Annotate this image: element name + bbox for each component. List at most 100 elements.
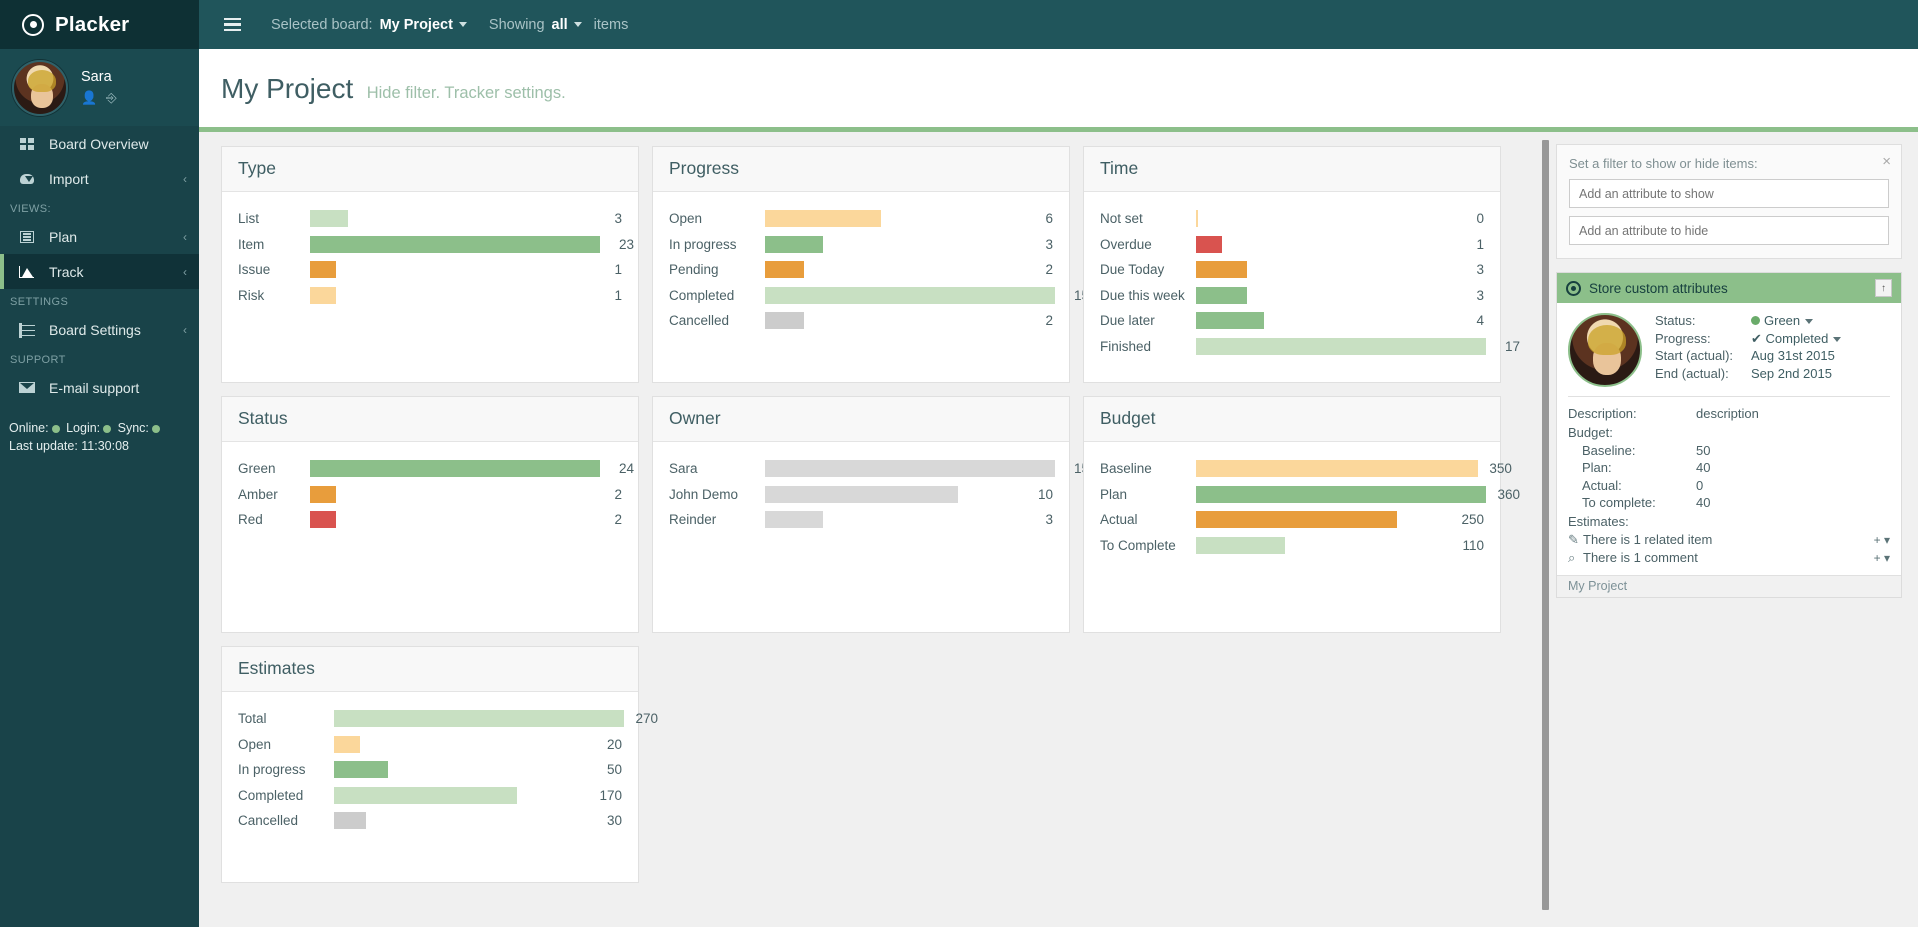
chart-row-track <box>1196 334 1486 360</box>
chart-row-track <box>765 283 1055 309</box>
chart-bar <box>1196 537 1285 554</box>
chevron-left-icon[interactable]: ‹ <box>183 172 187 186</box>
chart-row[interactable]: Not set0 <box>1100 206 1484 232</box>
chart-panel-budget: Budget Baseline350Plan360Actual250To Comp… <box>1083 396 1501 633</box>
chart-row[interactable]: Risk1 <box>238 283 622 309</box>
chart-row-label: Total <box>238 711 334 726</box>
filter-hide-input[interactable] <box>1569 216 1889 245</box>
chart-row[interactable]: Overdue1 <box>1100 232 1484 258</box>
chart-row[interactable]: Completed170 <box>238 783 622 809</box>
sidebar-item-plan[interactable]: Plan ‹ <box>0 219 199 254</box>
chart-row-value: 2 <box>588 512 622 527</box>
chart-row-track <box>334 808 588 834</box>
sidebar-item-track[interactable]: Track ‹ <box>0 254 199 289</box>
filter-panel: × Set a filter to show or hide items: <box>1556 144 1902 259</box>
chart-row[interactable]: Open6 <box>669 206 1053 232</box>
link-row[interactable]: ✎There is 1 related item+ ▾ <box>1568 531 1890 549</box>
chart-row[interactable]: Sara15 <box>669 456 1053 482</box>
chart-row-label: Due this week <box>1100 288 1196 303</box>
item-detail-card: Store custom attributes ↑ Status:GreenPr… <box>1556 272 1902 598</box>
chart-icon <box>18 266 35 278</box>
profile-block[interactable]: Sara 👤 ⎆ <box>0 49 199 126</box>
chart-row[interactable]: Open20 <box>238 732 622 758</box>
attribute-key: Progress: <box>1655 331 1751 348</box>
chevron-left-icon[interactable]: ‹ <box>183 230 187 244</box>
panel-title: Status <box>238 408 622 429</box>
collapse-button[interactable]: ↑ <box>1875 279 1892 297</box>
sliders-icon <box>18 324 35 336</box>
chart-row[interactable]: Cancelled30 <box>238 808 622 834</box>
chart-row[interactable]: Cancelled2 <box>669 308 1053 334</box>
chevron-down-icon[interactable] <box>1805 319 1813 324</box>
chart-row[interactable]: Amber2 <box>238 482 622 508</box>
chart-row-track <box>334 757 588 783</box>
chart-row[interactable]: Issue1 <box>238 257 622 283</box>
chart-row[interactable]: Completed15 <box>669 283 1053 309</box>
description-value[interactable]: description <box>1696 405 1759 423</box>
chart-row-value: 0 <box>1450 211 1484 226</box>
selected-board-value[interactable]: My Project <box>380 17 453 33</box>
chart-row-track <box>310 232 600 258</box>
chevron-left-icon[interactable]: ‹ <box>183 323 187 337</box>
chart-row[interactable]: Pending2 <box>669 257 1053 283</box>
chart-row-track <box>765 507 1019 533</box>
hamburger-icon[interactable] <box>199 18 259 32</box>
card-header: Store custom attributes ↑ <box>1557 273 1901 303</box>
chevron-left-icon[interactable]: ‹ <box>183 265 187 279</box>
sync-label: Sync: <box>118 421 149 435</box>
chart-row[interactable]: Item23 <box>238 232 622 258</box>
panel-title: Owner <box>669 408 1053 429</box>
chart-row[interactable]: Total270 <box>238 706 622 732</box>
sidebar-item-board-settings[interactable]: Board Settings ‹ <box>0 312 199 347</box>
chart-row[interactable]: Reinder3 <box>669 507 1053 533</box>
chart-row[interactable]: Baseline350 <box>1100 456 1484 482</box>
add-button[interactable]: + ▾ <box>1874 531 1890 549</box>
chart-row[interactable]: Due later4 <box>1100 308 1484 334</box>
sidebar-item-board-overview[interactable]: Board Overview <box>0 126 199 161</box>
chart-row[interactable]: In progress3 <box>669 232 1053 258</box>
chevron-down-icon[interactable] <box>459 22 467 27</box>
chart-row-label: Due Today <box>1100 262 1196 277</box>
page-subtitle-links[interactable]: Hide filter. Tracker settings. <box>367 84 566 102</box>
attribute-value[interactable]: ✔ Completed <box>1751 331 1841 348</box>
chart-bar <box>1196 338 1486 355</box>
close-icon[interactable]: × <box>1882 153 1891 170</box>
user-icon[interactable]: 👤 <box>81 90 97 106</box>
chart-row-value: 2 <box>1019 262 1053 277</box>
filter-show-input[interactable] <box>1569 179 1889 208</box>
showing-value[interactable]: all <box>552 17 568 33</box>
chart-row[interactable]: Green24 <box>238 456 622 482</box>
sidebar-item-import[interactable]: Import ‹ <box>0 161 199 196</box>
chart-row-value: 3 <box>1019 237 1053 252</box>
chevron-down-icon-showing[interactable] <box>574 22 582 27</box>
link-row[interactable]: ⌕There is 1 comment+ ▾ <box>1568 549 1890 567</box>
sidebar-item-email-support[interactable]: E-mail support <box>0 370 199 405</box>
chart-bar <box>765 511 823 528</box>
attribute-value[interactable]: Green <box>1751 313 1813 330</box>
chart-row[interactable]: Actual250 <box>1100 507 1484 533</box>
logout-icon[interactable]: ⎆ <box>106 90 116 106</box>
panel-header: Budget <box>1084 397 1500 442</box>
chart-row-track <box>334 783 588 809</box>
link-text: There is 1 comment <box>1583 549 1874 567</box>
chart-row-track <box>1196 456 1478 482</box>
budget-key: Baseline: <box>1568 442 1696 460</box>
chart-row[interactable]: Finished17 <box>1100 334 1484 360</box>
brand-logo-area[interactable]: Placker <box>0 0 199 49</box>
chart-row-track <box>1196 232 1450 258</box>
chart-row[interactable]: Due this week3 <box>1100 283 1484 309</box>
chart-row[interactable]: In progress50 <box>238 757 622 783</box>
chart-row-value: 3 <box>588 211 622 226</box>
chart-row[interactable]: List3 <box>238 206 622 232</box>
chevron-down-icon[interactable] <box>1833 337 1841 342</box>
vertical-scrollbar[interactable] <box>1542 140 1549 910</box>
chart-row[interactable]: Due Today3 <box>1100 257 1484 283</box>
add-button[interactable]: + ▾ <box>1874 549 1890 567</box>
chart-row[interactable]: To Complete110 <box>1100 533 1484 559</box>
sidebar-section-views: VIEWS: <box>0 196 199 219</box>
chart-row[interactable]: Red2 <box>238 507 622 533</box>
filter-title: Set a filter to show or hide items: <box>1569 156 1889 171</box>
chart-row[interactable]: John Demo10 <box>669 482 1053 508</box>
chart-row[interactable]: Plan360 <box>1100 482 1484 508</box>
attribute-value-text: Green <box>1764 313 1800 328</box>
